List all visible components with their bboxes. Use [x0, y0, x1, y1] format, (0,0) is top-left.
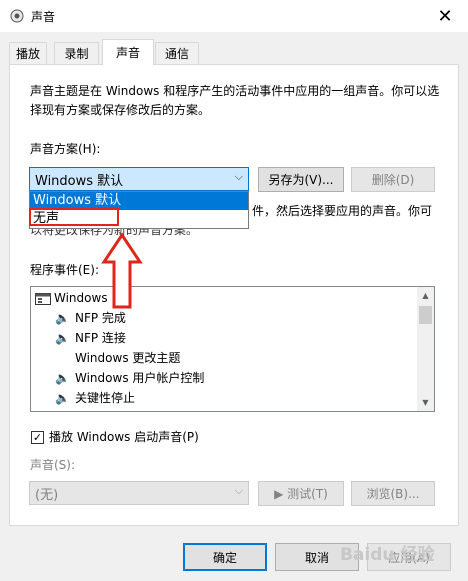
close-button[interactable]: ✕	[422, 0, 468, 32]
sound-select-value: (无)	[35, 488, 59, 503]
watermark-text: Baidu 经验	[340, 545, 435, 565]
test-button[interactable]: ▶ 测试(T)	[258, 481, 344, 506]
ok-button[interactable]: 确定	[183, 543, 267, 571]
list-item[interactable]: 🔈 NFP 连接	[55, 328, 126, 348]
scroll-up-icon[interactable]: ▲	[417, 287, 434, 304]
sound-label: 声音(S):	[30, 458, 76, 472]
speaker-icon: 🔈	[55, 331, 70, 345]
speaker-icon: 🔈	[55, 371, 70, 385]
list-item-label: 关键性停止	[75, 391, 136, 405]
scroll-down-icon[interactable]: ▼	[417, 394, 434, 411]
list-item[interactable]: Windows	[35, 288, 108, 308]
tab-communications[interactable]: 通信	[155, 42, 199, 64]
chevron-down-icon: ⌵	[234, 484, 243, 497]
browse-button[interactable]: 浏览(B)...	[351, 481, 435, 506]
chevron-down-icon: ⌵	[234, 170, 243, 183]
sound-select[interactable]: (无) ⌵	[29, 481, 249, 505]
events-label: 程序事件(E):	[30, 263, 99, 277]
description-text: 声音主题是在 Windows 和程序产生的活动事件中应用的一组声音。你可以选择现…	[30, 84, 440, 117]
speaker-icon: 🔈	[55, 311, 70, 325]
delete-button[interactable]: 删除(D)	[351, 167, 435, 192]
list-item-label: NFP 完成	[75, 311, 126, 325]
tab-sounds[interactable]: 声音	[102, 39, 154, 65]
tab-playback[interactable]: 播放	[9, 42, 47, 64]
speaker-icon: 🔈	[55, 391, 70, 405]
list-item-label: Windows 用户帐户控制	[75, 371, 205, 385]
startup-sound-label: 播放 Windows 启动声音(P)	[49, 430, 199, 444]
startup-sound-checkbox[interactable]: ✓	[31, 431, 44, 444]
highlight-box	[29, 208, 119, 226]
list-item[interactable]: 🔈 NFP 完成	[55, 308, 126, 328]
window-title: 声音	[31, 10, 56, 24]
scheme-label: 声音方案(H):	[30, 142, 101, 156]
tab-recording[interactable]: 录制	[54, 42, 99, 64]
list-item-label: NFP 连接	[75, 331, 126, 345]
save-as-button[interactable]: 另存为(V)...	[258, 167, 344, 192]
events-scrollbar[interactable]: ▲ ▼	[417, 287, 434, 411]
list-item[interactable]: Windows 更改主题	[75, 348, 180, 368]
title-bar: 声音 ✕	[0, 0, 468, 32]
list-item[interactable]: 🔈 关键性停止	[55, 388, 135, 408]
list-item-label: Windows 更改主题	[75, 351, 181, 365]
speaker-icon	[10, 9, 24, 23]
scroll-thumb[interactable]	[419, 306, 432, 324]
list-item[interactable]: 🔈 Windows 用户帐户控制	[55, 368, 204, 388]
desc-fragment: 件，然后选择要应用的声音。你可	[252, 204, 433, 218]
window-icon	[35, 292, 51, 305]
scheme-select-value: Windows 默认	[35, 174, 124, 189]
scheme-select[interactable]: Windows 默认 ⌵	[29, 167, 249, 191]
arrow-up-icon	[101, 232, 143, 309]
events-list[interactable]: Windows 🔈 NFP 完成 🔈 NFP 连接 Windows 更改主题 🔈 Wi…	[30, 286, 435, 412]
